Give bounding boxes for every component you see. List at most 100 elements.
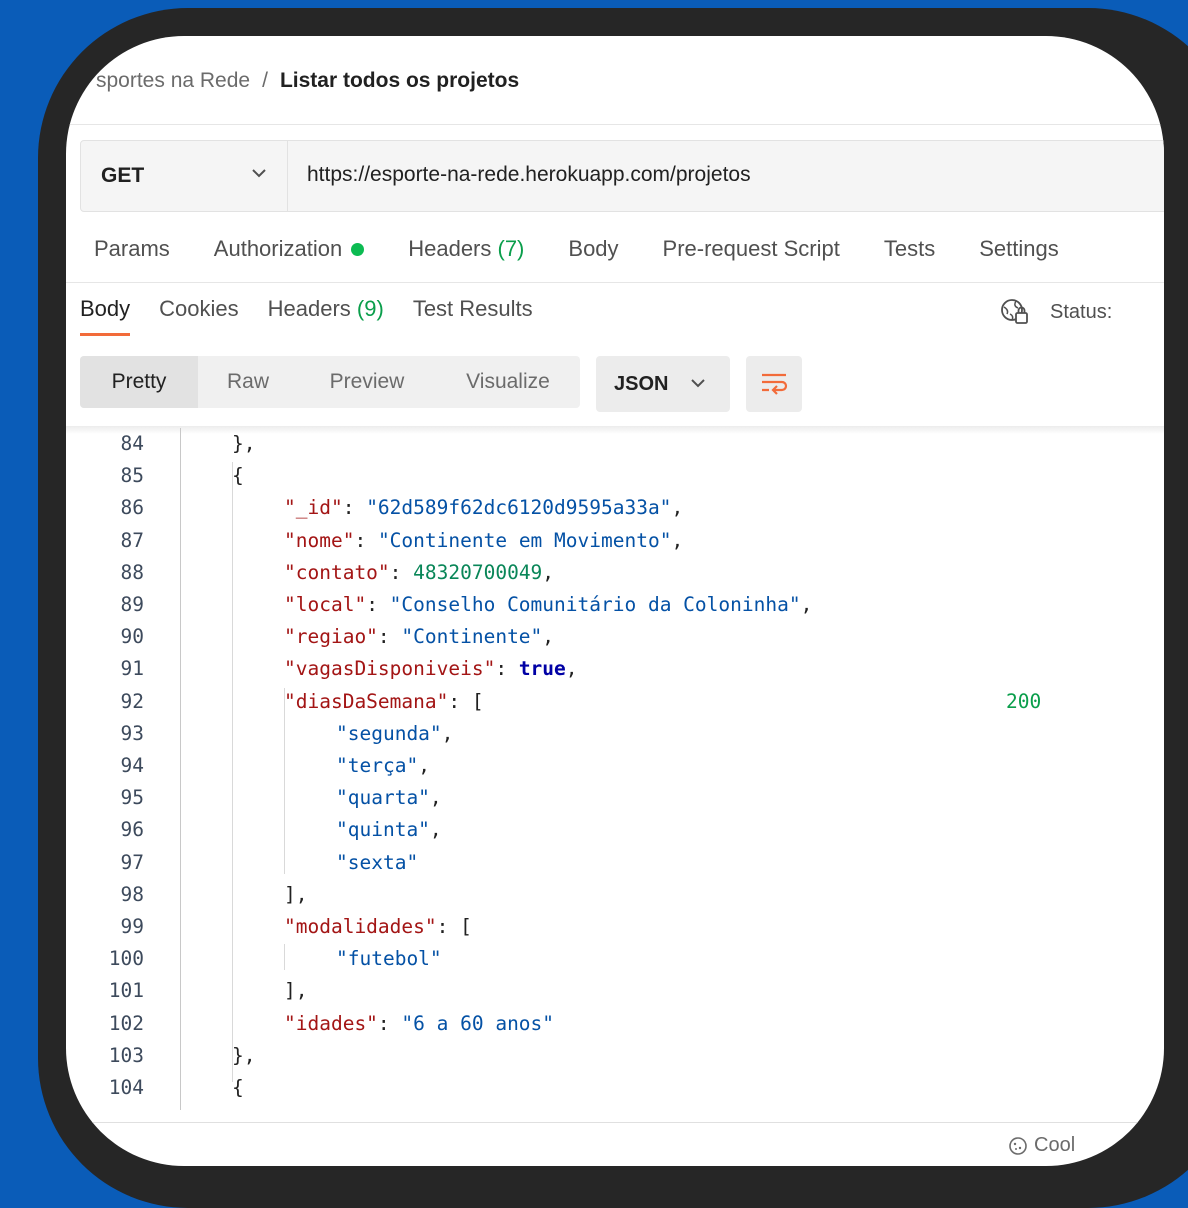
code-token: : (366, 593, 390, 616)
code-token: , (441, 721, 454, 745)
code-token: , (542, 625, 555, 649)
response-tab-headers-label: Headers (267, 296, 351, 321)
code-line: 98], (66, 879, 1164, 911)
divider (66, 124, 1164, 125)
code-line: 101], (66, 975, 1164, 1007)
line-number: 84 (120, 432, 144, 455)
format-select[interactable]: JSON (596, 356, 730, 412)
line-number: 95 (120, 786, 144, 810)
code-text: "futebol" (336, 943, 442, 975)
code-token: "Continente" (401, 625, 543, 649)
code-text: ], (284, 975, 307, 1007)
code-text: "terça", (336, 750, 430, 782)
code-text: }, (232, 1040, 255, 1072)
line-number: 91 (120, 657, 144, 681)
globe-lock-icon[interactable] (1000, 298, 1030, 326)
code-text: "segunda", (336, 718, 453, 750)
code-text: "nome": "Continente em Movimento", (284, 525, 683, 557)
code-token: }, (232, 1043, 256, 1067)
view-mode-pretty[interactable]: Pretty (80, 356, 198, 408)
code-token: "terça" (336, 754, 419, 777)
code-token: "regiao" (284, 625, 378, 649)
active-indicator-dot (351, 242, 365, 256)
breadcrumb-collection[interactable]: sportes na Rede (96, 69, 250, 93)
tab-authorization[interactable]: Authorization (213, 236, 365, 262)
line-number: 97 (120, 850, 144, 874)
line-number: 102 (108, 1011, 144, 1035)
line-number: 89 (120, 593, 144, 616)
code-text: }, (232, 428, 255, 460)
view-mode-raw[interactable]: Raw (198, 356, 298, 408)
tab-body[interactable]: Body (568, 236, 618, 262)
tab-params[interactable]: Params (94, 236, 170, 262)
method-label: GET (101, 164, 145, 187)
line-number: 88 (120, 560, 144, 584)
code-token: : (377, 1011, 402, 1035)
code-token: : (342, 496, 367, 520)
code-text: "quinta", (336, 814, 442, 846)
view-mode-selector: Pretty Raw Preview Visualize (80, 356, 580, 408)
code-line: 84}, (66, 428, 1164, 460)
line-number: 98 (120, 882, 144, 906)
status-label: Status: (1050, 300, 1113, 323)
wrap-lines-button[interactable] (746, 356, 802, 412)
code-token: : (495, 657, 519, 681)
code-text: "modalidades": [ (284, 911, 472, 943)
code-token: "_id" (284, 496, 343, 520)
request-name[interactable]: Listar todos os projetos (280, 69, 519, 93)
code-token: "contato" (284, 560, 390, 584)
breadcrumb: sportes na Rede / Listar todos os projet… (96, 66, 519, 96)
response-status: Status: 200 (1000, 298, 1113, 713)
tab-headers-label: Headers (408, 236, 492, 261)
tab-tests[interactable]: Tests (884, 236, 935, 262)
code-token: , (671, 528, 684, 552)
response-tab-body[interactable]: Body (80, 296, 131, 336)
line-number: 104 (108, 1076, 144, 1099)
code-line: 102 "idades": "6 a 60 anos" (66, 1008, 1164, 1040)
code-text: "idades": "6 a 60 anos" (284, 1008, 554, 1040)
tab-headers-count: (7) (497, 236, 525, 261)
code-line: 90 "regiao": "Continente", (66, 621, 1164, 653)
response-tab-headers[interactable]: Headers (9) (268, 296, 384, 336)
tab-settings[interactable]: Settings (979, 236, 1059, 262)
code-token: "vagasDisponiveis" (284, 657, 496, 681)
chevron-down-icon (691, 379, 705, 388)
url-input[interactable]: https://esporte-na-rede.herokuapp.com/pr… (307, 163, 751, 187)
view-mode-preview[interactable]: Preview (298, 356, 436, 408)
code-token: "quinta" (336, 818, 430, 842)
response-tab-cookies[interactable]: Cookies (159, 296, 238, 336)
line-number: 100 (108, 947, 144, 971)
response-tab-test-results[interactable]: Test Results (413, 296, 533, 336)
code-token: "idades" (284, 1011, 378, 1035)
code-token: "quarta" (336, 786, 430, 810)
code-text: "contato": 48320700049, (284, 557, 554, 589)
line-number: 96 (120, 818, 144, 842)
code-text: "quarta", (336, 782, 442, 814)
cookies-link[interactable]: Cool (1008, 1134, 1075, 1157)
line-number: 99 (120, 915, 144, 938)
tab-headers[interactable]: Headers (7) (408, 236, 524, 262)
line-number: 103 (108, 1043, 144, 1067)
tab-authorization-label: Authorization (213, 236, 343, 261)
format-label: JSON (614, 372, 669, 395)
code-token: : (354, 528, 378, 552)
code-line: 86 "_id": "62d589f62dc6120d9595a33a", (66, 492, 1164, 524)
cookie-icon (1009, 1136, 1027, 1155)
code-token: : (389, 560, 414, 584)
divider (66, 1122, 1164, 1123)
view-mode-visualize[interactable]: Visualize (436, 356, 580, 408)
code-token: { (232, 464, 244, 488)
code-line: 87 "nome": "Continente em Movimento", (66, 525, 1164, 557)
method-select[interactable]: GET (81, 141, 288, 211)
code-token: "diasDaSemana" (284, 689, 449, 713)
code-token: "local" (284, 593, 367, 616)
code-text: { (232, 1072, 244, 1104)
code-token: : (377, 625, 402, 649)
tab-prerequest-script[interactable]: Pre-request Script (663, 236, 840, 262)
line-number: 87 (120, 528, 144, 552)
line-number: 90 (120, 625, 144, 649)
code-token: ], (284, 979, 308, 1003)
cookies-label: Cool (1034, 1134, 1076, 1156)
code-token: "futebol" (336, 947, 442, 971)
code-token: "6 a 60 anos" (401, 1011, 555, 1035)
